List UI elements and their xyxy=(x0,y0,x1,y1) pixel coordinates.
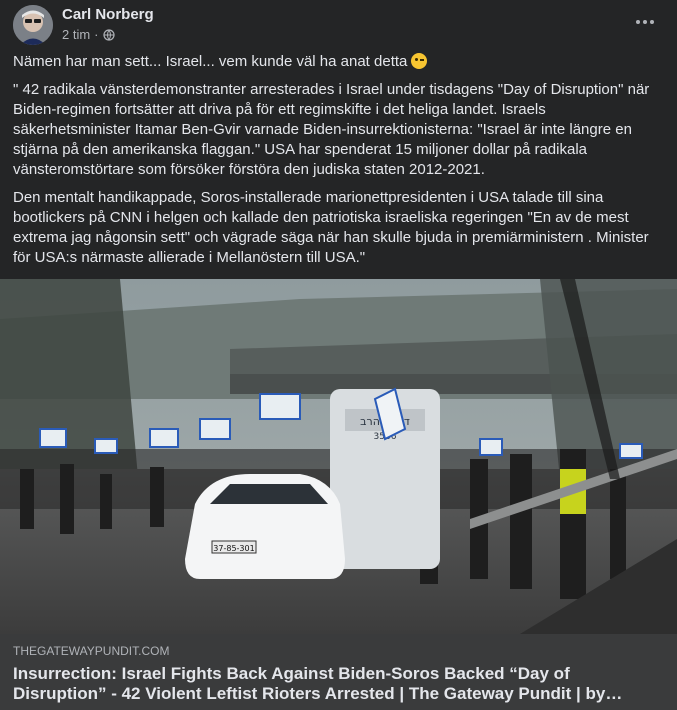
link-title[interactable]: Insurrection: Israel Fights Back Against… xyxy=(13,664,653,704)
avatar-photo xyxy=(13,5,53,45)
car-plate: 37-85-301 xyxy=(213,544,254,553)
link-preview-card[interactable]: THEGATEWAYPUNDIT.COM Insurrection: Israe… xyxy=(0,634,677,710)
protest-photo: דניאל הרב 3566 37-85-301 xyxy=(0,279,677,634)
avatar[interactable] xyxy=(13,5,53,45)
globe-icon xyxy=(102,28,115,41)
post-paragraph-3: Den mentalt handikappade, Soros-installe… xyxy=(13,189,649,266)
link-preview-image[interactable]: דניאל הרב 3566 37-85-301 xyxy=(0,279,677,634)
post-header: Carl Norberg 2 tim · xyxy=(0,0,677,52)
meta-separator: · xyxy=(94,27,99,42)
more-options-icon[interactable] xyxy=(631,12,659,32)
post-text-line1: Nämen har man sett... Israel... vem kund… xyxy=(13,52,663,72)
post-meta: 2 tim · xyxy=(62,27,115,42)
post-paragraph-1: Nämen har man sett... Israel... vem kund… xyxy=(13,53,408,70)
post-time[interactable]: 2 tim xyxy=(62,27,90,42)
link-domain: THEGATEWAYPUNDIT.COM xyxy=(13,644,170,658)
post-paragraph-2: " 42 radikala vänsterdemonstranter arres… xyxy=(13,81,650,178)
winking-face-emoji xyxy=(411,53,428,69)
author-name[interactable]: Carl Norberg xyxy=(62,6,154,23)
